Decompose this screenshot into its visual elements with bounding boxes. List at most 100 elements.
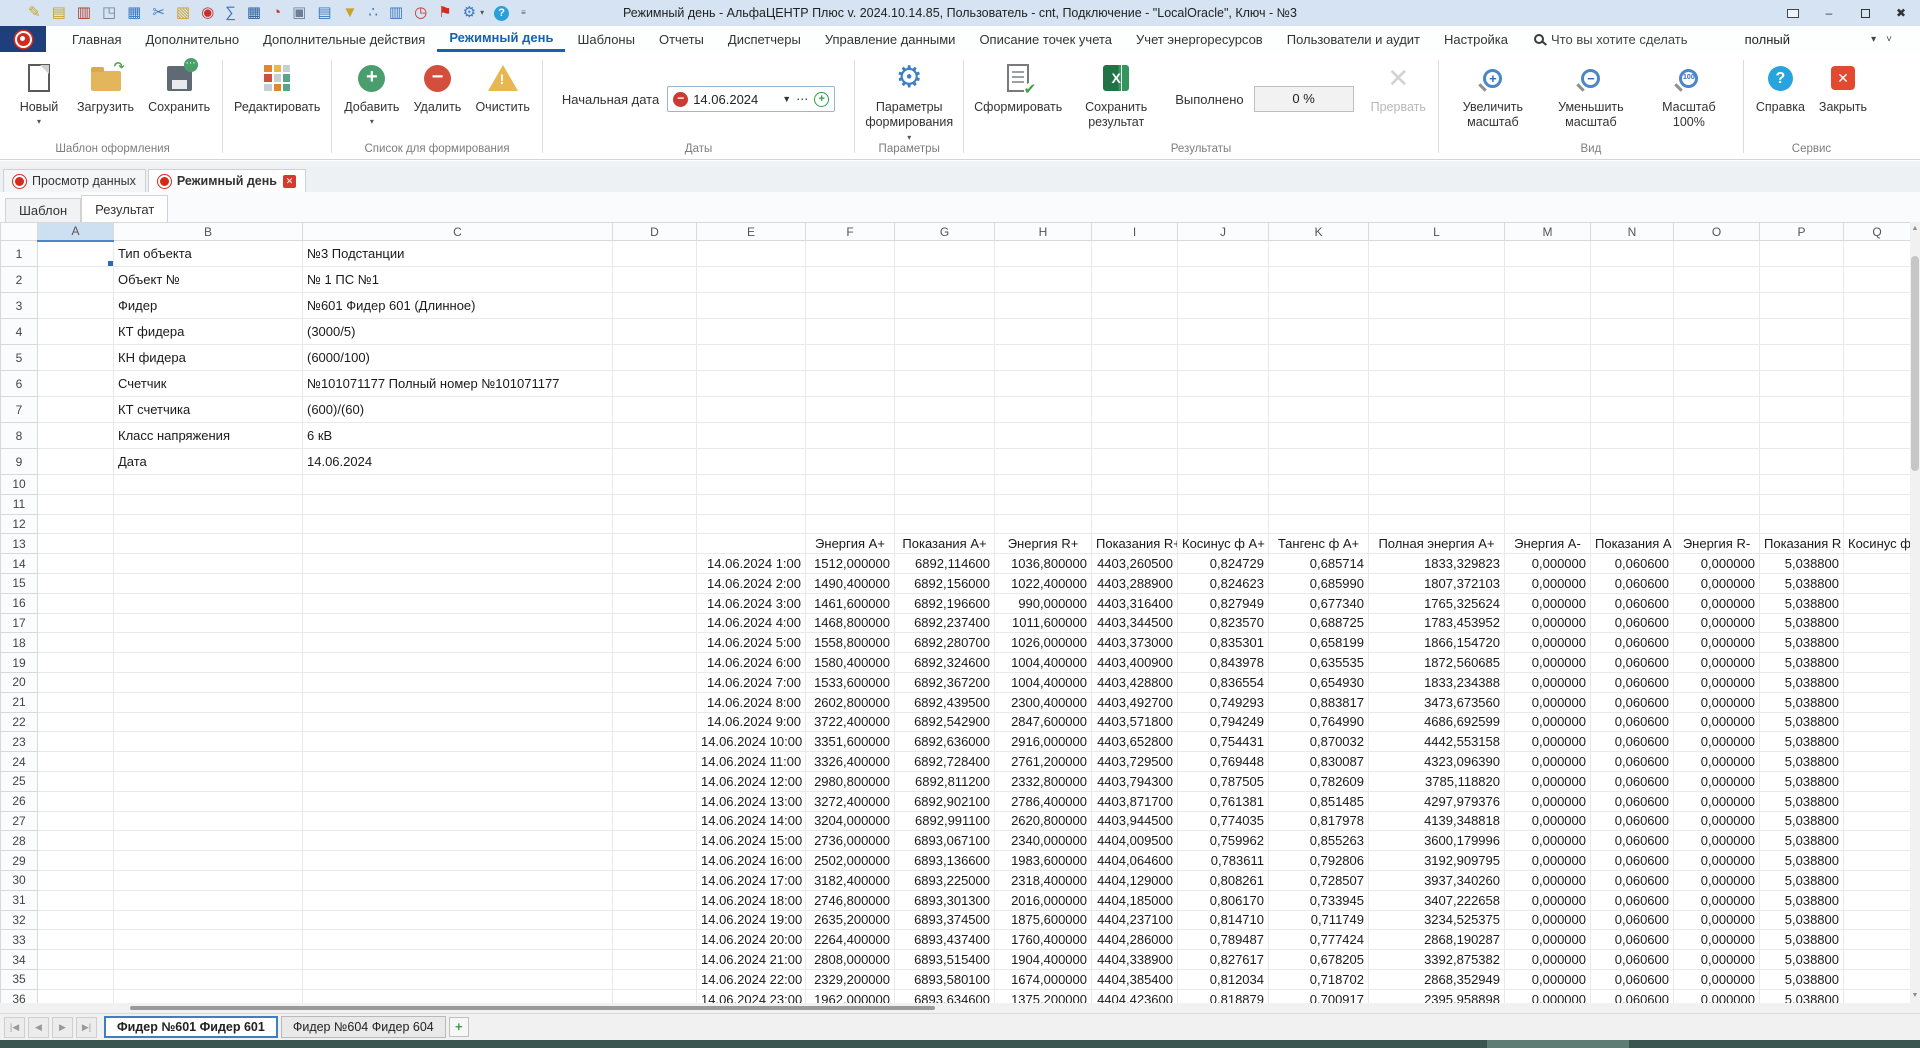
- cell-L20[interactable]: 1833,234388: [1369, 672, 1505, 692]
- cell-D25[interactable]: [613, 771, 697, 791]
- cell-E18[interactable]: 14.06.2024 5:00: [697, 633, 806, 653]
- cell-G24[interactable]: 6892,728400: [895, 752, 995, 772]
- cell-K29[interactable]: 0,792806: [1269, 851, 1369, 871]
- cell-F15[interactable]: 1490,400000: [806, 573, 895, 593]
- cell-K25[interactable]: 0,782609: [1269, 771, 1369, 791]
- cell-M4[interactable]: [1505, 319, 1591, 345]
- cell-O28[interactable]: 0,000000: [1674, 831, 1760, 851]
- cell-C14[interactable]: [303, 554, 613, 574]
- cell-M7[interactable]: [1505, 397, 1591, 423]
- cell-L36[interactable]: 2395,958898: [1369, 989, 1505, 1003]
- cell-Q35[interactable]: [1844, 969, 1911, 989]
- cell-D27[interactable]: [613, 811, 697, 831]
- cell-E10[interactable]: [697, 475, 806, 495]
- cell-M21[interactable]: 0,000000: [1505, 692, 1591, 712]
- zoom-100-button[interactable]: 100 Масштаб 100%: [1640, 56, 1738, 131]
- row-header-18[interactable]: 18: [1, 633, 38, 653]
- cell-B31[interactable]: [114, 890, 303, 910]
- cell-J16[interactable]: 0,827949: [1178, 593, 1269, 613]
- cell-D19[interactable]: [613, 653, 697, 673]
- cell-O16[interactable]: 0,000000: [1674, 593, 1760, 613]
- cell-F12[interactable]: [806, 514, 895, 534]
- cell-F34[interactable]: 2808,000000: [806, 950, 895, 970]
- cell-P35[interactable]: 5,038800: [1760, 969, 1844, 989]
- cell-M10[interactable]: [1505, 475, 1591, 495]
- cell-M29[interactable]: 0,000000: [1505, 851, 1591, 871]
- cell-K4[interactable]: [1269, 319, 1369, 345]
- cell-H21[interactable]: 2300,400000: [995, 692, 1092, 712]
- cell-N8[interactable]: [1591, 423, 1674, 449]
- cell-H25[interactable]: 2332,800000: [995, 771, 1092, 791]
- cell-I2[interactable]: [1092, 267, 1178, 293]
- cell-G6[interactable]: [895, 371, 995, 397]
- cell-E6[interactable]: [697, 371, 806, 397]
- cell-M5[interactable]: [1505, 345, 1591, 371]
- row-header-25[interactable]: 25: [1, 771, 38, 791]
- cell-F20[interactable]: 1533,600000: [806, 672, 895, 692]
- column-header-C[interactable]: C: [303, 223, 613, 241]
- cell-B20[interactable]: [114, 672, 303, 692]
- cell-L33[interactable]: 2868,190287: [1369, 930, 1505, 950]
- cell-B33[interactable]: [114, 930, 303, 950]
- menu-item[interactable]: Дополнительные действия: [251, 26, 437, 52]
- cell-F2[interactable]: [806, 267, 895, 293]
- cell-G20[interactable]: 6892,367200: [895, 672, 995, 692]
- cell-K21[interactable]: 0,883817: [1269, 692, 1369, 712]
- cell-H1[interactable]: [995, 241, 1092, 267]
- cell-Q30[interactable]: [1844, 870, 1911, 890]
- cell-M30[interactable]: 0,000000: [1505, 870, 1591, 890]
- cell-O13[interactable]: Энергия R-: [1674, 534, 1760, 554]
- dock-window-icon[interactable]: [1778, 3, 1808, 23]
- cell-D32[interactable]: [613, 910, 697, 930]
- cell-F26[interactable]: 3272,400000: [806, 791, 895, 811]
- cell-M16[interactable]: 0,000000: [1505, 593, 1591, 613]
- cell-O21[interactable]: 0,000000: [1674, 692, 1760, 712]
- cell-H36[interactable]: 1375,200000: [995, 989, 1092, 1003]
- gear-dropdown-icon[interactable]: ▾: [480, 5, 484, 21]
- cell-O2[interactable]: [1674, 267, 1760, 293]
- cell-O12[interactable]: [1674, 514, 1760, 534]
- cell-F11[interactable]: [806, 494, 895, 514]
- cell-O34[interactable]: 0,000000: [1674, 950, 1760, 970]
- cell-A2[interactable]: [38, 267, 114, 293]
- cell-F19[interactable]: 1580,400000: [806, 653, 895, 673]
- cell-B3[interactable]: Фидер: [114, 293, 303, 319]
- doc-tab-data-view[interactable]: Просмотр данных: [3, 169, 146, 192]
- cell-F21[interactable]: 2602,800000: [806, 692, 895, 712]
- cell-E8[interactable]: [697, 423, 806, 449]
- cell-E1[interactable]: [697, 241, 806, 267]
- row-header-17[interactable]: 17: [1, 613, 38, 633]
- cell-C31[interactable]: [303, 890, 613, 910]
- cell-E31[interactable]: 14.06.2024 18:00: [697, 890, 806, 910]
- cell-E15[interactable]: 14.06.2024 2:00: [697, 573, 806, 593]
- cell-L32[interactable]: 3234,525375: [1369, 910, 1505, 930]
- cell-O7[interactable]: [1674, 397, 1760, 423]
- cell-E12[interactable]: [697, 514, 806, 534]
- sheet-tab-feeder-604[interactable]: Фидер №604 Фидер 604: [281, 1016, 446, 1038]
- save-as-icon[interactable]: ◳: [102, 5, 116, 21]
- cell-N28[interactable]: 0,060600: [1591, 831, 1674, 851]
- cell-N34[interactable]: 0,060600: [1591, 950, 1674, 970]
- row-header-34[interactable]: 34: [1, 950, 38, 970]
- cell-E13[interactable]: [697, 534, 806, 554]
- cell-P31[interactable]: 5,038800: [1760, 890, 1844, 910]
- date-decrement-icon[interactable]: −: [673, 92, 688, 107]
- save-button[interactable]: Сохранить: [141, 56, 217, 115]
- vertical-scroll-thumb[interactable]: [1911, 256, 1919, 471]
- cell-L29[interactable]: 3192,909795: [1369, 851, 1505, 871]
- cell-H14[interactable]: 1036,800000: [995, 554, 1092, 574]
- cell-G30[interactable]: 6893,225000: [895, 870, 995, 890]
- cell-O25[interactable]: 0,000000: [1674, 771, 1760, 791]
- column-header-E[interactable]: E: [697, 223, 806, 241]
- cell-J14[interactable]: 0,824729: [1178, 554, 1269, 574]
- cell-N31[interactable]: 0,060600: [1591, 890, 1674, 910]
- cell-O32[interactable]: 0,000000: [1674, 910, 1760, 930]
- cell-D4[interactable]: [613, 319, 697, 345]
- cell-D14[interactable]: [613, 554, 697, 574]
- cell-P1[interactable]: [1760, 241, 1844, 267]
- cell-I1[interactable]: [1092, 241, 1178, 267]
- cell-J15[interactable]: 0,824623: [1178, 573, 1269, 593]
- cell-Q7[interactable]: [1844, 397, 1911, 423]
- cell-D35[interactable]: [613, 969, 697, 989]
- select-all-corner[interactable]: [1, 223, 38, 241]
